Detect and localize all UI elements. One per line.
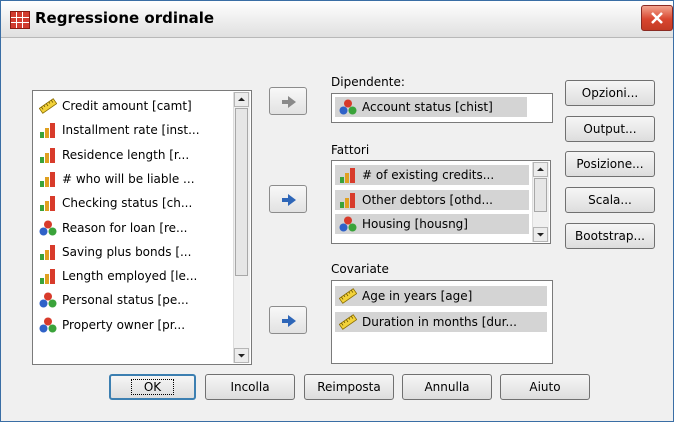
nominal-balls-icon: [339, 216, 357, 232]
arrow-down-icon: [537, 233, 544, 237]
list-item-label: Age in years [age]: [362, 289, 473, 303]
list-item[interactable]: # who will be liable ...: [35, 169, 231, 189]
cancel-button[interactable]: Annulla: [402, 374, 492, 400]
scroll-down-button[interactable]: [533, 227, 548, 242]
ok-button[interactable]: OK: [109, 374, 196, 400]
list-item[interactable]: Age in years [age]: [335, 286, 547, 306]
source-list-scrollbar[interactable]: [233, 92, 250, 363]
ordinal-bars-icon: [39, 122, 57, 139]
covariates-list[interactable]: Age in years [age] Duration in months [du…: [331, 280, 553, 364]
move-to-factors-button[interactable]: [269, 185, 307, 213]
ok-button-label: OK: [130, 379, 175, 395]
ordinal-bars-icon: [339, 192, 357, 208]
nominal-balls-icon: [39, 220, 57, 236]
scale-ruler-icon: [338, 314, 358, 330]
list-item[interactable]: Checking status [ch...: [35, 193, 231, 213]
list-item-label: Housing [housng]: [362, 217, 468, 231]
list-item-label: Personal status [pe...: [62, 293, 189, 308]
ordinal-bars-icon: [39, 171, 57, 187]
dependent-field[interactable]: Account status [chist]: [331, 93, 553, 123]
spss-grid-icon: [10, 11, 30, 29]
help-button[interactable]: Aiuto: [500, 374, 590, 400]
scroll-down-button[interactable]: [234, 348, 249, 363]
scale-ruler-icon: [338, 288, 358, 304]
ordinal-bars-icon: [339, 167, 357, 183]
arrow-down-icon: [238, 354, 245, 358]
nominal-balls-icon: [39, 292, 57, 308]
ordinal-bars-icon: [39, 195, 57, 212]
location-button[interactable]: Posizione...: [565, 151, 655, 177]
list-item[interactable]: Housing [housng]: [335, 214, 529, 234]
factors-list-scrollbar[interactable]: [532, 162, 549, 242]
scroll-thumb[interactable]: [534, 178, 547, 212]
scale-ruler-icon: [38, 98, 58, 114]
list-item[interactable]: Installment rate [inst...: [35, 120, 231, 140]
factors-label: Fattori: [331, 143, 370, 157]
close-button[interactable]: [641, 5, 673, 31]
list-item[interactable]: Reason for loan [re...: [35, 218, 231, 238]
list-item[interactable]: Property owner [pr...: [35, 315, 231, 335]
paste-button[interactable]: Incolla: [205, 374, 295, 400]
dependent-label: Dipendente:: [331, 75, 405, 89]
list-item-label: Length employed [le...: [62, 269, 198, 284]
list-item[interactable]: Duration in months [dur...: [335, 312, 547, 332]
output-button[interactable]: Output...: [565, 116, 655, 142]
scale-button[interactable]: Scala...: [565, 187, 655, 213]
covariates-label: Covariate: [331, 262, 389, 276]
window-title: Regressione ordinale: [35, 9, 215, 27]
dependent-variable[interactable]: Account status [chist]: [335, 97, 527, 117]
list-item[interactable]: Residence length [r...: [35, 145, 231, 165]
bootstrap-button[interactable]: Bootstrap...: [565, 223, 655, 249]
ordinal-bars-icon: [39, 147, 57, 163]
list-item-label: # who will be liable ...: [62, 171, 195, 186]
scroll-thumb[interactable]: [235, 108, 248, 276]
ordinal-bars-icon: [39, 268, 57, 285]
move-to-covariates-button[interactable]: [269, 306, 307, 334]
list-item-label: Installment rate [inst...: [62, 123, 200, 138]
arrow-right-icon: [282, 96, 296, 108]
scroll-up-button[interactable]: [234, 92, 249, 107]
factors-list[interactable]: # of existing credits... Other debtors [o…: [331, 160, 551, 244]
list-item-label: # of existing credits...: [362, 168, 495, 182]
list-item[interactable]: Other debtors [othd...: [335, 189, 529, 210]
list-item[interactable]: Credit amount [camt]: [35, 96, 231, 116]
list-item-label: Property owner [pr...: [62, 317, 186, 332]
arrow-right-icon: [282, 315, 296, 327]
list-item-label: Saving plus bonds [...: [62, 244, 192, 259]
arrow-up-icon: [537, 167, 544, 171]
list-item-label: Credit amount [camt]: [62, 99, 192, 113]
reset-button[interactable]: Reimposta: [304, 374, 394, 400]
move-to-dependent-button[interactable]: [269, 87, 307, 115]
source-variable-list[interactable]: Credit amount [camt] Installment rate [in…: [32, 90, 252, 365]
scroll-up-button[interactable]: [533, 162, 548, 177]
ordinal-bars-icon: [39, 244, 57, 260]
list-item-label: Residence length [r...: [62, 147, 190, 162]
ordinal-regression-dialog: Regressione ordinale Credit amount [camt…: [0, 0, 674, 422]
list-item-label: Reason for loan [re...: [62, 220, 188, 235]
nominal-balls-icon: [39, 317, 57, 333]
arrow-right-icon: [282, 194, 296, 206]
list-item-label: Checking status [ch...: [62, 196, 193, 211]
list-item[interactable]: Personal status [pe...: [35, 290, 231, 310]
nominal-balls-icon: [339, 99, 357, 115]
list-item[interactable]: Saving plus bonds [...: [35, 242, 231, 262]
options-button[interactable]: Opzioni...: [565, 80, 655, 106]
list-item-label: Other debtors [othd...: [362, 192, 493, 207]
arrow-up-icon: [238, 97, 245, 101]
close-icon: [651, 12, 663, 24]
list-item-label: Duration in months [dur...: [362, 315, 517, 329]
list-item[interactable]: # of existing credits...: [335, 165, 529, 185]
list-item[interactable]: Length employed [le...: [35, 266, 231, 286]
title-bar[interactable]: Regressione ordinale: [1, 1, 673, 38]
